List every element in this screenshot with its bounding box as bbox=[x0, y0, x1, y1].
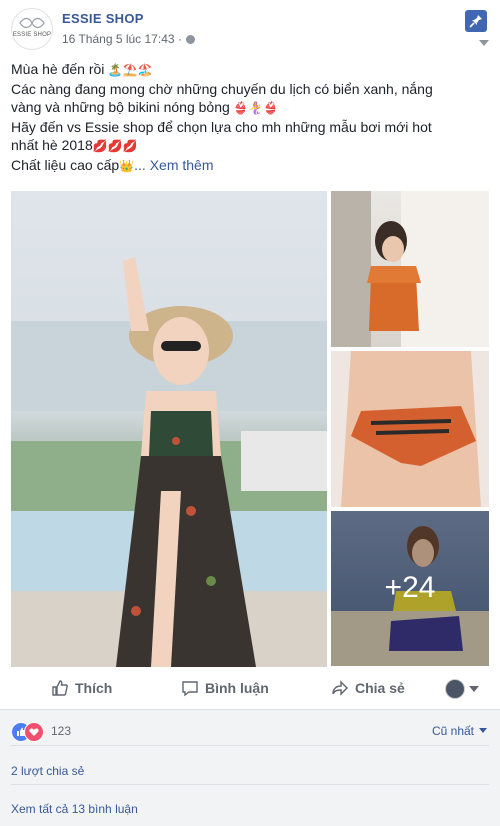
like-label: Thích bbox=[75, 680, 113, 696]
post-line-1: Mùa hè đến rồi 🏝️⛱️🏖️ bbox=[11, 61, 153, 77]
infinity-logo-icon bbox=[19, 17, 45, 29]
globe-icon bbox=[185, 35, 195, 44]
photo-thumb-1-illustration bbox=[331, 191, 489, 347]
post-line-4: Hãy đến vs Essie shop để chọn lựa cho mh… bbox=[11, 118, 432, 135]
reaction-selector[interactable] bbox=[445, 679, 481, 699]
comment-label: Bình luận bbox=[205, 680, 269, 696]
love-reaction-icon bbox=[24, 722, 44, 742]
user-avatar bbox=[445, 679, 465, 699]
post-timestamp[interactable]: 16 Tháng 5 lúc 17:43 · bbox=[62, 32, 195, 46]
thumbs-up-icon bbox=[52, 680, 68, 696]
reaction-count: 123 bbox=[51, 724, 72, 738]
caret-down-icon bbox=[469, 686, 479, 692]
shares-link[interactable]: 2 lượt chia sẻ bbox=[11, 764, 84, 778]
chevron-down-icon[interactable] bbox=[479, 40, 489, 46]
see-more-link[interactable]: ... Xem thêm bbox=[134, 157, 213, 173]
divider bbox=[11, 784, 489, 785]
bikini-emoji-icon: 👙🧜‍♀️👙 bbox=[229, 101, 278, 115]
post-body: Mùa hè đến rồi 🏝️⛱️🏖️ Các nàng đang mong… bbox=[11, 60, 489, 175]
more-photos-count: +24 bbox=[384, 571, 436, 604]
share-label: Chia sẻ bbox=[355, 680, 405, 696]
divider bbox=[11, 745, 489, 746]
comment-icon bbox=[182, 681, 198, 697]
like-button[interactable]: Thích bbox=[51, 679, 112, 697]
avatar-logo-text: ESSIE SHOP bbox=[12, 32, 52, 38]
post-line-5: nhất hè 2018💋💋💋 bbox=[11, 137, 138, 153]
pin-button[interactable] bbox=[465, 10, 487, 32]
comment-sort-dropdown[interactable]: Cũ nhất bbox=[432, 724, 487, 738]
kiss-emoji-icon: 💋💋💋 bbox=[92, 139, 138, 153]
page-name-link[interactable]: ESSIE SHOP bbox=[62, 11, 144, 26]
photo-thumb-1[interactable] bbox=[331, 191, 489, 347]
view-all-comments-link[interactable]: Xem tất cả 13 bình luận bbox=[11, 802, 138, 816]
share-button[interactable]: Chia sẻ bbox=[331, 679, 405, 697]
timestamp-text: 16 Tháng 5 lúc 17:43 · bbox=[62, 32, 182, 46]
main-photo[interactable] bbox=[11, 191, 327, 667]
post-actions: Thích Bình luận Chia sẻ bbox=[11, 672, 489, 705]
caret-down-icon bbox=[479, 728, 487, 733]
page-avatar[interactable]: ESSIE SHOP bbox=[11, 8, 53, 50]
facebook-post: ESSIE SHOP ESSIE SHOP 16 Tháng 5 lúc 17:… bbox=[0, 0, 500, 826]
photo-thumb-2[interactable] bbox=[331, 351, 489, 507]
post-line-6: Chất liệu cao cấp👑... Xem thêm bbox=[11, 156, 214, 173]
post-line-2: Các nàng đang mong chờ những chuyến du l… bbox=[11, 80, 433, 97]
post-line-3: vàng và những bộ bikini nóng bỏng 👙🧜‍♀️👙 bbox=[11, 99, 278, 115]
crown-emoji-icon: 👑 bbox=[119, 158, 135, 173]
photo-grid: +24 bbox=[11, 189, 489, 667]
share-icon bbox=[332, 680, 348, 696]
photo-thumb-2-illustration bbox=[341, 351, 481, 507]
beach-emoji-icon: 🏝️⛱️🏖️ bbox=[104, 63, 153, 77]
sort-label: Cũ nhất bbox=[431, 724, 474, 738]
pin-icon bbox=[469, 15, 482, 28]
photo-thumb-3[interactable]: +24 bbox=[331, 511, 489, 666]
main-photo-illustration bbox=[11, 257, 327, 667]
comment-button[interactable]: Bình luận bbox=[181, 679, 269, 697]
feedback-section: 123 Cũ nhất 2 lượt chia sẻ Xem tất cả 13… bbox=[0, 710, 500, 826]
post-header: ESSIE SHOP ESSIE SHOP 16 Tháng 5 lúc 17:… bbox=[11, 8, 489, 50]
